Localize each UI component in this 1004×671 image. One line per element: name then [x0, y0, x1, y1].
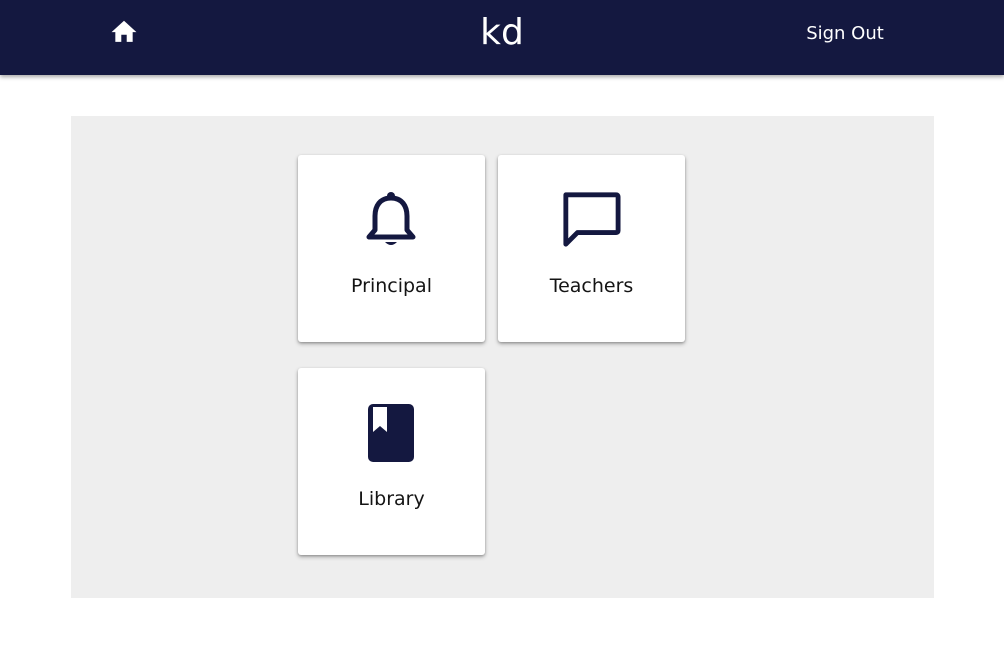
book-icon [361, 400, 421, 466]
top-app-bar: kd Sign Out [0, 0, 1004, 75]
tile-teachers[interactable]: Teachers [498, 155, 685, 342]
tile-principal[interactable]: Principal [298, 155, 485, 342]
sign-out-button[interactable]: Sign Out [790, 20, 900, 48]
tile-label: Principal [351, 275, 432, 297]
home-button[interactable] [108, 17, 140, 45]
bell-icon [361, 187, 421, 253]
tiles-panel: Principal Teachers Library [71, 116, 934, 598]
tile-label: Library [358, 488, 425, 510]
home-icon [111, 20, 137, 42]
tile-label: Teachers [549, 275, 634, 297]
chat-bubble-icon [561, 187, 621, 253]
tile-library[interactable]: Library [298, 368, 485, 555]
